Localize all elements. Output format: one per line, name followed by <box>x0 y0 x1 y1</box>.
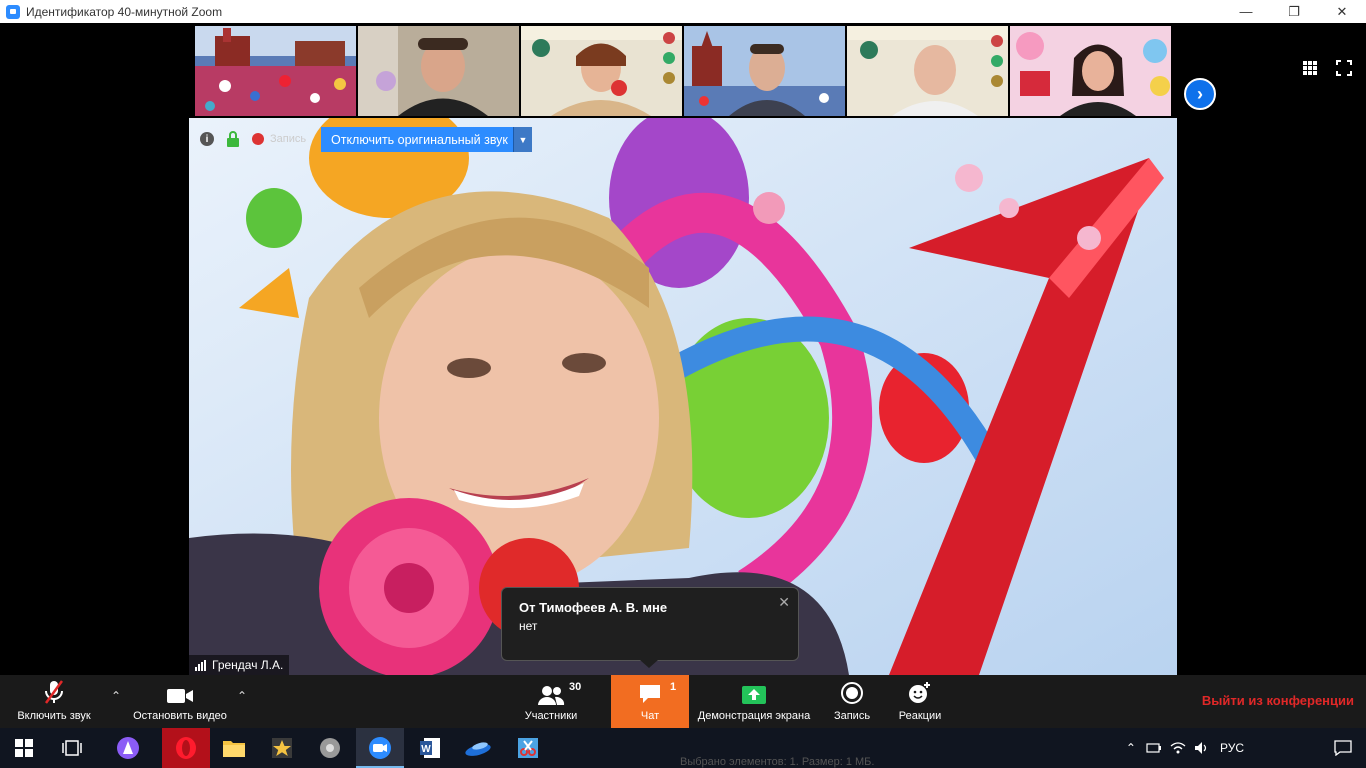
video-thumbnail[interactable] <box>1010 26 1171 116</box>
reactions-label: Реакции <box>898 710 942 722</box>
stop-video-button[interactable]: Остановить видео <box>128 675 232 728</box>
swoosh-app-taskbar-button[interactable] <box>454 728 502 768</box>
windows-logo-icon <box>15 739 33 757</box>
close-button[interactable]: ✕ <box>1318 0 1366 23</box>
next-page-button[interactable]: › <box>1184 78 1216 110</box>
lock-icon[interactable] <box>226 131 240 147</box>
audio-options-caret-icon[interactable]: ⌃ <box>111 689 121 703</box>
reactions-button[interactable]: Реакции <box>892 675 948 728</box>
speaker-name: Грендач Л.А. <box>212 658 284 672</box>
share-screen-button[interactable]: Демонстрация экрана <box>690 675 818 728</box>
window-title: Идентификатор 40-минутной Zoom <box>26 4 223 19</box>
chevron-right-icon: › <box>1197 83 1203 104</box>
word-taskbar-button[interactable]: W <box>406 728 454 768</box>
task-view-button[interactable] <box>48 728 96 768</box>
crowd-scene-image <box>195 26 356 116</box>
task-view-icon <box>62 740 82 756</box>
tray-expand-icon[interactable]: ⌃ <box>1126 741 1136 755</box>
share-screen-icon <box>742 686 766 704</box>
alice-icon <box>117 737 139 759</box>
gallery-view-icon[interactable] <box>1302 60 1318 76</box>
chat-label: Чат <box>640 710 660 722</box>
wifi-icon[interactable] <box>1170 741 1186 755</box>
start-button[interactable] <box>0 728 48 768</box>
window-controls: — ❐ ✕ <box>1222 0 1366 23</box>
folder-icon <box>223 741 245 757</box>
video-thumbnail[interactable] <box>195 26 356 116</box>
participants-label: Участники <box>524 710 578 722</box>
woman-balloons-image <box>1010 26 1171 116</box>
video-options-caret-icon[interactable]: ⌃ <box>237 689 247 703</box>
woman-banner-image <box>521 26 682 116</box>
gallery-strip: › <box>0 23 1366 118</box>
share-screen-label: Демонстрация экрана <box>697 710 811 722</box>
swoosh-icon <box>465 742 491 756</box>
movie-maker-taskbar-button[interactable] <box>258 728 306 768</box>
recording-dot-icon <box>252 133 264 145</box>
toast-pointer <box>640 660 658 668</box>
volume-icon[interactable] <box>1194 741 1210 755</box>
video-thumbnail[interactable] <box>358 26 519 116</box>
info-icon[interactable]: i <box>200 132 214 146</box>
muted-mic-icon <box>44 680 64 704</box>
speaker-name-tag: Грендач Л.А. <box>189 655 290 675</box>
opera-icon <box>176 737 196 759</box>
record-button[interactable]: Запись <box>828 675 876 728</box>
smiley-add-icon <box>909 682 930 703</box>
participants-icon <box>538 686 565 705</box>
audio-app-taskbar-button[interactable] <box>306 728 354 768</box>
chat-unread-badge: 1 <box>670 681 677 693</box>
record-icon <box>841 682 863 704</box>
chat-button[interactable]: Чат <box>611 675 689 728</box>
video-thumbnail[interactable] <box>847 26 1008 116</box>
meeting-toolbar: Включить звук ⌃ Остановить видео ⌃ Участ… <box>0 675 1366 728</box>
zoom-app-icon <box>6 4 20 19</box>
notifications-icon[interactable] <box>1334 740 1352 756</box>
chat-message: нет <box>519 619 538 633</box>
minimize-button[interactable]: — <box>1222 0 1270 23</box>
unmute-label: Включить звук <box>17 710 91 722</box>
star-film-icon <box>272 738 292 758</box>
input-language[interactable]: РУС <box>1220 741 1244 755</box>
chat-notification[interactable]: От Тимофеев А. В. мне нет ✕ <box>501 587 799 661</box>
restore-button[interactable]: ❐ <box>1270 0 1318 23</box>
zoom-taskbar-button[interactable] <box>356 728 404 768</box>
system-tray: ⌃ РУС <box>1126 728 1366 768</box>
explorer-taskbar-button[interactable] <box>210 728 258 768</box>
unmute-button[interactable]: Включить звук <box>8 675 100 728</box>
stop-video-label: Остановить видео <box>133 710 227 722</box>
caret-down-icon: ▼ <box>518 134 528 145</box>
opera-taskbar-button[interactable] <box>162 728 210 768</box>
meeting-status-row: i Запись <box>200 128 310 150</box>
scissors-icon <box>518 738 538 758</box>
fullscreen-icon[interactable] <box>1336 60 1352 76</box>
man-home-image <box>358 26 519 116</box>
alice-assistant-button[interactable] <box>104 728 152 768</box>
snipping-taskbar-button[interactable] <box>504 728 552 768</box>
close-icon[interactable]: ✕ <box>778 594 790 611</box>
zoom-camera-icon <box>369 737 391 759</box>
speaker-disc-icon <box>320 738 340 758</box>
chat-bubble-icon <box>640 685 660 703</box>
title-bar: Идентификатор 40-минутной Zoom — ❐ ✕ <box>0 0 1366 23</box>
leave-meeting-button[interactable]: Выйти из конференции <box>1202 693 1354 708</box>
disable-original-sound-button[interactable]: Отключить оригинальный звук <box>321 127 518 152</box>
explorer-status-text: Выбрано элементов: 1. Размер: 1 МБ. <box>680 756 875 768</box>
recording-label: Запись <box>270 133 307 145</box>
battery-icon[interactable] <box>1146 742 1162 754</box>
signal-bars-icon <box>195 659 207 671</box>
video-thumbnail[interactable] <box>521 26 682 116</box>
participants-count: 30 <box>569 681 582 693</box>
word-icon: W <box>420 738 440 758</box>
video-thumbnail[interactable] <box>684 26 845 116</box>
record-label: Запись <box>833 710 871 722</box>
man-red-square-image <box>684 26 845 116</box>
svg-text:W: W <box>421 744 431 755</box>
man-banner-image <box>847 26 1008 116</box>
camera-icon <box>167 689 193 703</box>
original-sound-menu-button[interactable]: ▼ <box>513 127 532 152</box>
chat-sender: От Тимофеев А. В. мне <box>519 600 668 615</box>
